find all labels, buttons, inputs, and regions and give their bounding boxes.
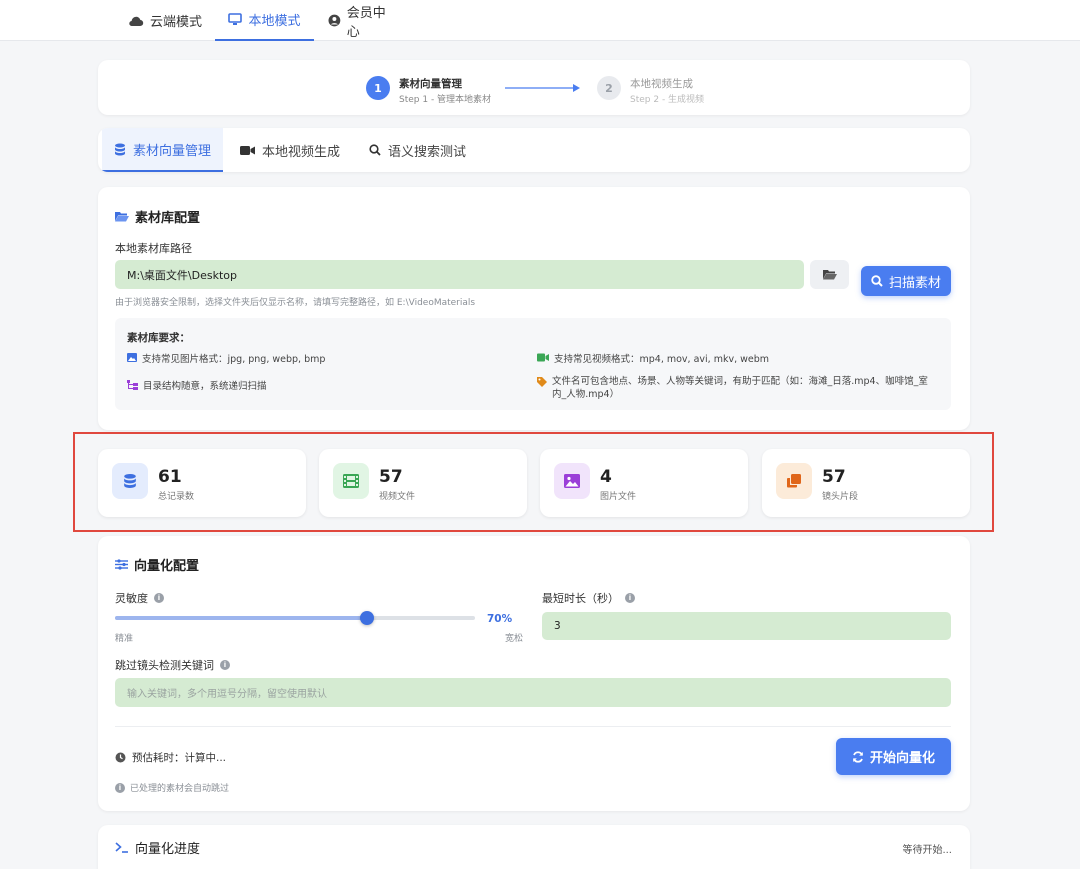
tag-icon: [537, 377, 547, 387]
tab-member-center[interactable]: 会员中心: [328, 0, 398, 41]
step-2-number: 2: [597, 76, 621, 100]
stat-value: 61: [158, 467, 182, 487]
progress-card: 向量化进度 等待开始...: [98, 825, 970, 869]
requirement-item: 目录结构随意，系统递归扫描: [127, 380, 267, 393]
stat-label: 图片文件: [600, 492, 637, 502]
library-config-title: 素材库配置: [115, 207, 200, 226]
tab-local-mode[interactable]: 本地模式: [215, 0, 314, 41]
info-icon[interactable]: i: [625, 593, 635, 603]
sensitivity-label: 灵敏度 i: [115, 590, 164, 606]
database-icon: [114, 143, 125, 155]
min-duration-input[interactable]: 3: [542, 612, 951, 640]
path-label: 本地素材库路径: [115, 242, 192, 255]
clone-icon: [776, 463, 812, 499]
slider-fill: [115, 616, 367, 620]
divider: [115, 726, 951, 727]
stat-image-files: 4 图片文件: [540, 449, 748, 517]
terminal-icon: [115, 842, 128, 853]
top-nav: 云端模式 本地模式 会员中心: [0, 0, 1080, 41]
slider-max-label: 宽松: [505, 634, 524, 644]
stat-video-files: 57 视频文件: [319, 449, 527, 517]
stepper: 1 素材向量管理 Step 1 - 管理本地素材 2 本地视频生成 Step 2…: [98, 60, 970, 115]
stat-shot-segments: 57 镜头片段: [762, 449, 970, 517]
stat-value: 57: [379, 467, 403, 487]
tab-label: 本地视频生成: [262, 144, 341, 160]
film-icon: [333, 463, 369, 499]
tab-label: 云端模式: [150, 15, 203, 30]
stat-label: 视频文件: [379, 492, 416, 502]
tab-cloud-mode[interactable]: 云端模式: [128, 0, 204, 41]
folder-open-icon: [115, 212, 129, 222]
skip-keywords-label: 跳过镜头检测关键词 i: [115, 657, 230, 673]
clock-icon: [115, 752, 126, 763]
requirements-box: 素材库要求： 支持常见图片格式：jpg, png, webp, bmp 支持常见…: [115, 318, 951, 410]
requirements-title: 素材库要求：: [127, 332, 190, 344]
slider-min-label: 精准: [115, 634, 134, 644]
search-icon: [871, 275, 883, 287]
min-duration-label: 最短时长（秒） i: [542, 590, 635, 606]
skip-keywords-input[interactable]: 输入关键词，多个用逗号分隔，留空使用默认: [115, 678, 951, 707]
sensitivity-slider[interactable]: [115, 611, 475, 625]
tab-label: 会员中心: [346, 5, 386, 40]
tab-vector-management[interactable]: 素材向量管理: [102, 128, 223, 172]
info-icon[interactable]: i: [220, 660, 230, 670]
stat-label: 总记录数: [158, 492, 195, 502]
video-camera-icon: [240, 145, 255, 155]
step-2-title: 本地视频生成: [630, 78, 693, 90]
sitemap-icon: [127, 380, 138, 390]
cloud-icon: [129, 16, 144, 26]
tab-semantic-search[interactable]: 语义搜索测试: [369, 128, 479, 172]
refresh-icon: [853, 750, 863, 763]
info-icon: i: [115, 782, 125, 793]
vector-config-title: 向量化配置: [115, 555, 199, 574]
estimate-text: 预估耗时：计算中...: [115, 750, 226, 765]
tab-local-video[interactable]: 本地视频生成: [240, 128, 350, 172]
video-camera-icon: [537, 353, 549, 362]
sub-tabs: 素材向量管理 本地视频生成 语义搜索测试: [98, 128, 970, 172]
vector-config-card: 向量化配置 灵敏度 i 70% 精准 宽松 最短时长（秒） i 3 跳过镜头检测…: [98, 536, 970, 811]
database-icon: [112, 463, 148, 499]
library-config-card: 素材库配置 本地素材库路径 M:\桌面文件\Desktop 扫描素材 由于浏览器…: [98, 187, 970, 430]
requirement-item: 支持常见视频格式：mp4, mov, avi, mkv, webm: [537, 353, 769, 366]
tab-label: 素材向量管理: [132, 143, 211, 159]
tab-label: 本地模式: [248, 14, 301, 29]
requirement-item: 支持常见图片格式：jpg, png, webp, bmp: [127, 353, 325, 366]
scan-button[interactable]: 扫描素材: [861, 266, 951, 296]
tab-label: 语义搜索测试: [388, 144, 467, 160]
step-1-title: 素材向量管理: [399, 78, 462, 90]
path-input[interactable]: M:\桌面文件\Desktop: [115, 260, 804, 289]
start-vectorize-button[interactable]: 开始向量化: [836, 738, 951, 775]
search-icon: [369, 144, 381, 156]
skip-note: i 已处理的素材会自动跳过: [115, 781, 229, 794]
stat-total-records: 61 总记录数: [98, 449, 306, 517]
sliders-icon: [115, 559, 128, 570]
requirement-item: 文件名可包含地点、场景、人物等关键词，有助于匹配（如：海滩_日落.mp4、咖啡馆…: [537, 375, 937, 401]
user-circle-icon: [328, 14, 341, 27]
step-arrow-icon: [505, 84, 580, 92]
path-hint: 由于浏览器安全限制，选择文件夹后仅显示名称，请填写完整路径，如 E:\Video…: [115, 298, 476, 308]
step-1-subtitle: Step 1 - 管理本地素材: [399, 95, 492, 105]
progress-status: 等待开始...: [902, 845, 952, 856]
step-1-number: 1: [366, 76, 390, 100]
monitor-icon: [228, 13, 243, 25]
image-icon: [554, 463, 590, 499]
stat-value: 57: [822, 467, 846, 487]
step-2-subtitle: Step 2 - 生成视频: [630, 95, 705, 105]
image-icon: [127, 353, 137, 362]
sensitivity-value: 70%: [487, 613, 513, 625]
info-icon[interactable]: i: [154, 593, 164, 603]
slider-handle[interactable]: [360, 611, 374, 625]
stat-label: 镜头片段: [822, 492, 859, 502]
stat-value: 4: [600, 467, 612, 487]
folder-open-icon: [822, 270, 837, 280]
browse-folder-button[interactable]: [810, 260, 849, 289]
progress-title: 向量化进度: [115, 838, 200, 857]
